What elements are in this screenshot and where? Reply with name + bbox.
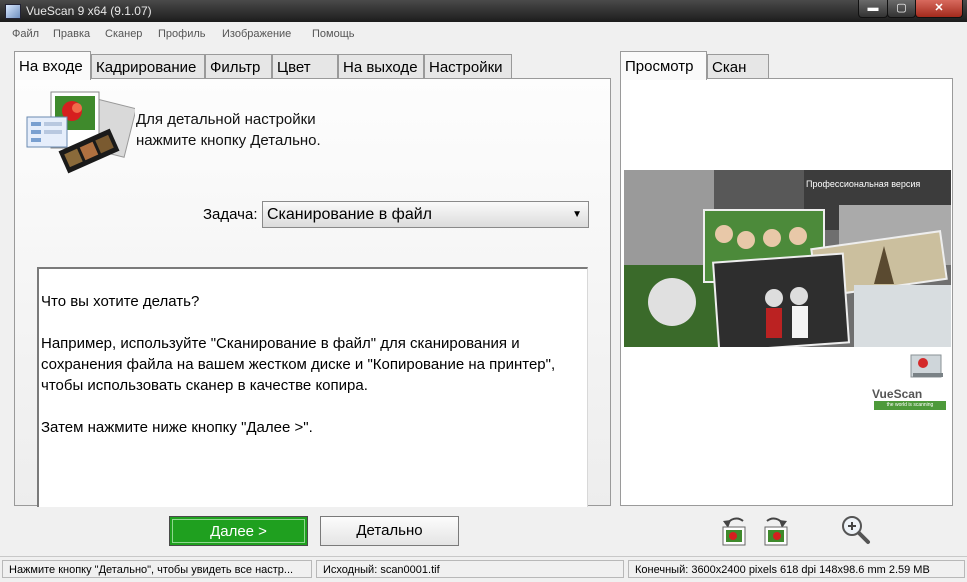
- menu-edit[interactable]: Правка: [53, 28, 90, 40]
- info-instruction: Затем нажмите ниже кнопку "Далее >".: [41, 419, 313, 436]
- status-bar: Нажмите кнопку "Детально", чтобы увидеть…: [0, 556, 967, 582]
- maximize-button[interactable]: ▢: [887, 0, 916, 18]
- info-example: Например, используйте "Сканирование в фа…: [41, 335, 556, 394]
- promo-banner-image: [624, 170, 951, 347]
- next-button[interactable]: Далее >: [169, 516, 308, 546]
- menu-bar: Файл Правка Сканер Профиль Изображение П…: [0, 22, 967, 44]
- status-output: Конечный: 3600x2400 pixels 618 dpi 148x9…: [628, 560, 965, 578]
- hint-line-2: нажмите кнопку Детально.: [136, 132, 321, 149]
- menu-image[interactable]: Изображение: [222, 28, 291, 40]
- task-label: Задача:: [203, 206, 258, 223]
- rotate-left-icon[interactable]: [719, 515, 749, 547]
- minimize-button[interactable]: ▬: [858, 0, 888, 18]
- tab-crop[interactable]: Кадрирование: [91, 54, 205, 78]
- wizard-icon: [26, 91, 135, 174]
- window-title: VueScan 9 x64 (9.1.07): [26, 4, 152, 18]
- hint-text: Для детальной настройки нажмите кнопку Д…: [136, 109, 321, 151]
- input-panel: Для детальной настройки нажмите кнопку Д…: [14, 78, 611, 507]
- menu-help[interactable]: Помощь: [312, 28, 355, 40]
- task-select-value: Сканирование в файл: [267, 206, 432, 223]
- rotate-right-icon[interactable]: [761, 515, 791, 547]
- close-button[interactable]: ✕: [915, 0, 963, 18]
- menu-profile[interactable]: Профиль: [158, 28, 206, 40]
- status-hint: Нажмите кнопку "Детально", чтобы увидеть…: [2, 560, 312, 578]
- tab-filter[interactable]: Фильтр: [205, 54, 272, 78]
- logo-name: VueScan: [872, 387, 923, 401]
- status-source: Исходный: scan0001.tif: [316, 560, 624, 578]
- tab-preview[interactable]: Просмотр: [620, 51, 707, 80]
- preview-panel: Профессиональная версия VueScan the worl…: [620, 78, 953, 506]
- logo-slogan: the world is scanning: [874, 401, 946, 410]
- detail-button[interactable]: Детально: [320, 516, 459, 546]
- edition-label: Профессиональная версия: [806, 179, 921, 189]
- menu-scanner[interactable]: Сканер: [105, 28, 142, 40]
- title-bar[interactable]: VueScan 9 x64 (9.1.07) ▬ ▢ ✕: [0, 0, 967, 22]
- tab-output[interactable]: На выходе: [338, 54, 424, 78]
- app-icon[interactable]: [5, 4, 21, 19]
- tab-input[interactable]: На входе: [14, 51, 91, 80]
- tab-scan[interactable]: Скан: [707, 54, 769, 78]
- tab-color[interactable]: Цвет: [272, 54, 338, 78]
- task-select[interactable]: Сканирование в файл ▼: [262, 201, 589, 228]
- hint-line-1: Для детальной настройки: [136, 111, 316, 128]
- tab-settings[interactable]: Настройки: [424, 54, 512, 78]
- menu-file[interactable]: Файл: [12, 28, 39, 40]
- next-button-label: Далее >: [172, 519, 305, 543]
- zoom-in-icon[interactable]: [839, 514, 871, 546]
- chevron-down-icon[interactable]: ▼: [572, 209, 582, 220]
- info-text-box: Что вы хотите делать? Например, использу…: [37, 267, 588, 507]
- info-question: Что вы хотите делать?: [41, 293, 200, 310]
